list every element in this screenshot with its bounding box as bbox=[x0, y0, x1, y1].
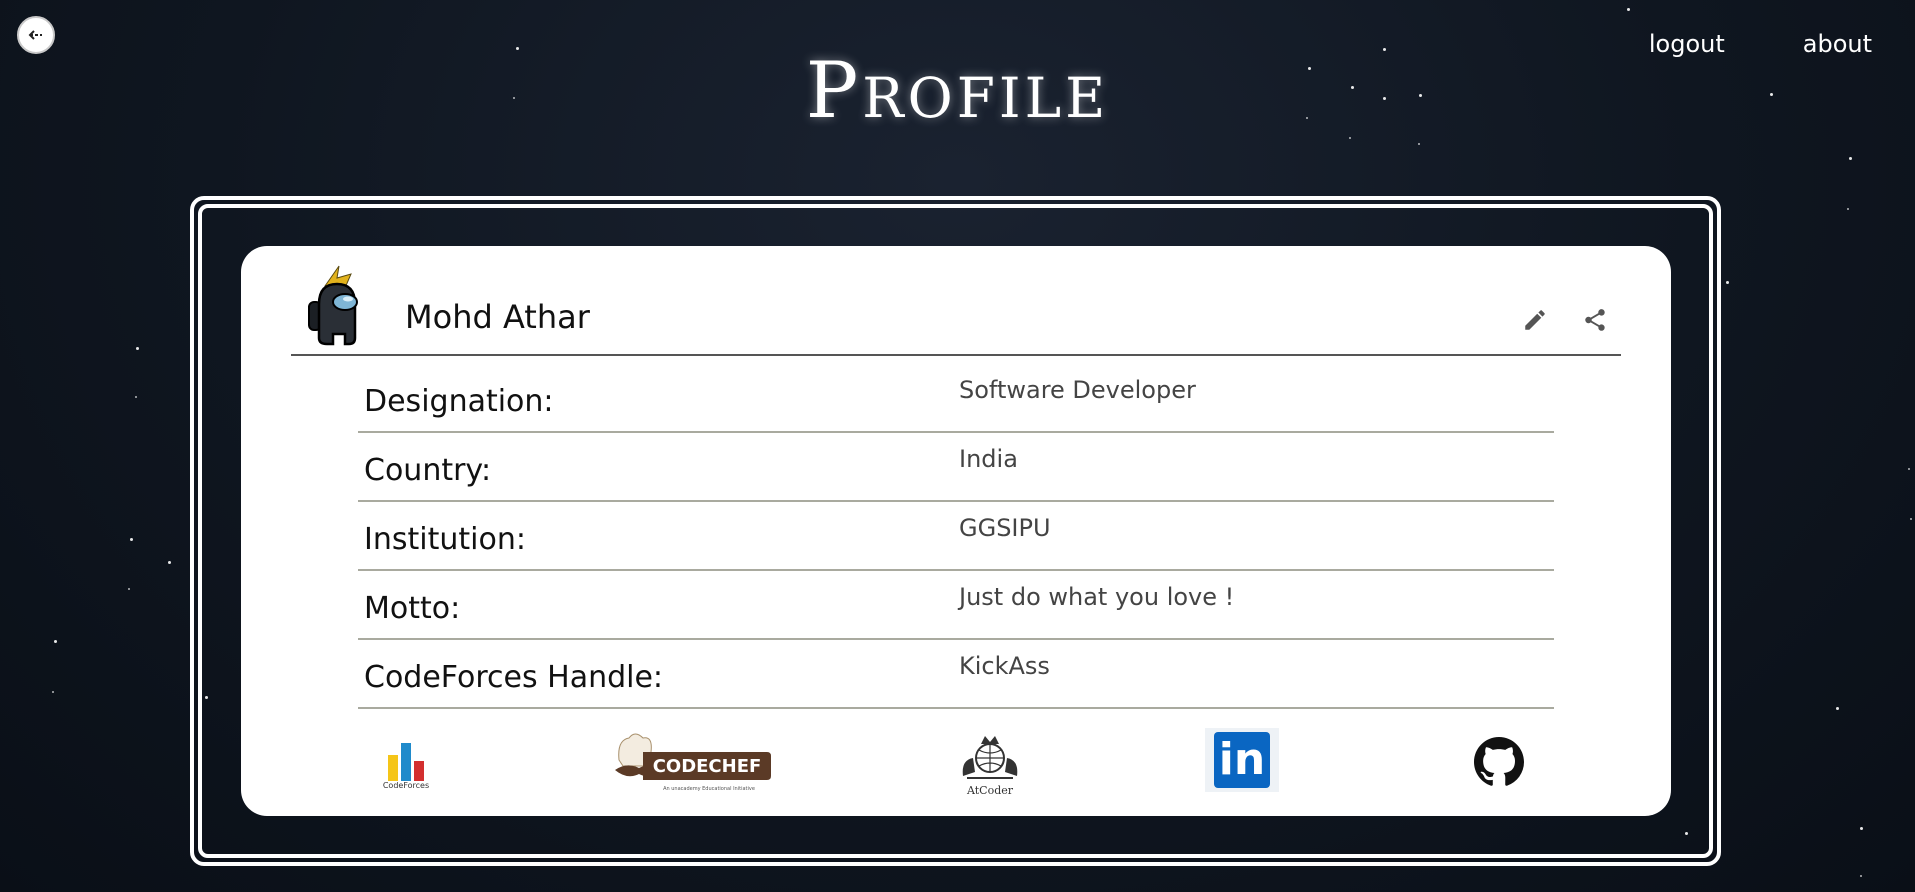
linkedin-link[interactable]: in bbox=[1205, 728, 1279, 792]
codechef-label: CODECHEF bbox=[653, 756, 762, 777]
atcoder-label: AtCoder bbox=[966, 783, 1014, 797]
share-button[interactable] bbox=[1581, 306, 1609, 334]
field-row-designation: Designation: Software Developer bbox=[358, 364, 1554, 433]
field-label: Motto: bbox=[364, 591, 461, 626]
avatar bbox=[308, 265, 358, 346]
pencil-icon bbox=[1525, 310, 1545, 330]
user-name: Mohd Athar bbox=[405, 298, 590, 336]
field-value: India bbox=[959, 445, 1018, 473]
atcoder-link[interactable]: AtCoder bbox=[957, 730, 1023, 798]
edit-button[interactable] bbox=[1521, 306, 1549, 334]
share-icon bbox=[1585, 309, 1605, 331]
codeforces-icon bbox=[388, 742, 424, 781]
profile-links: CodeForces CODECHEF An unacademy Educati… bbox=[241, 726, 1671, 806]
profile-header: Mohd Athar bbox=[291, 246, 1621, 356]
codechef-link[interactable]: CODECHEF An unacademy Educational Initia… bbox=[613, 730, 773, 794]
field-label: Designation: bbox=[364, 384, 554, 419]
github-link[interactable] bbox=[1473, 736, 1525, 788]
linkedin-icon: in bbox=[1214, 732, 1270, 788]
profile-fields: Designation: Software Developer Country:… bbox=[358, 364, 1554, 709]
codechef-icon: CODECHEF An unacademy Educational Initia… bbox=[615, 733, 771, 792]
codeforces-link[interactable]: CodeForces bbox=[381, 734, 431, 794]
field-value: Software Developer bbox=[959, 376, 1196, 404]
field-label: CodeForces Handle: bbox=[364, 660, 664, 695]
codechef-tagline: An unacademy Educational Initiative bbox=[663, 786, 755, 792]
field-label: Institution: bbox=[364, 522, 526, 557]
back-button[interactable] bbox=[17, 16, 55, 54]
field-label: Country: bbox=[364, 453, 492, 488]
page-title: Profile bbox=[805, 46, 1110, 136]
field-row-codeforces-handle: CodeForces Handle: KickAss bbox=[358, 640, 1554, 709]
field-value: Just do what you love ! bbox=[959, 583, 1235, 611]
profile-card: Mohd Athar Designation: Software Develop… bbox=[241, 246, 1671, 816]
field-value: GGSIPU bbox=[959, 514, 1051, 542]
field-row-institution: Institution: GGSIPU bbox=[358, 502, 1554, 571]
arrow-left-icon bbox=[28, 30, 42, 40]
field-row-country: Country: India bbox=[358, 433, 1554, 502]
codeforces-label: CodeForces bbox=[382, 780, 430, 790]
field-row-motto: Motto: Just do what you love ! bbox=[358, 571, 1554, 640]
profile-actions bbox=[1521, 306, 1609, 334]
linkedin-label: in bbox=[1218, 734, 1266, 785]
field-value: KickAss bbox=[959, 652, 1050, 680]
github-icon bbox=[1474, 737, 1524, 786]
atcoder-icon bbox=[962, 735, 1018, 779]
